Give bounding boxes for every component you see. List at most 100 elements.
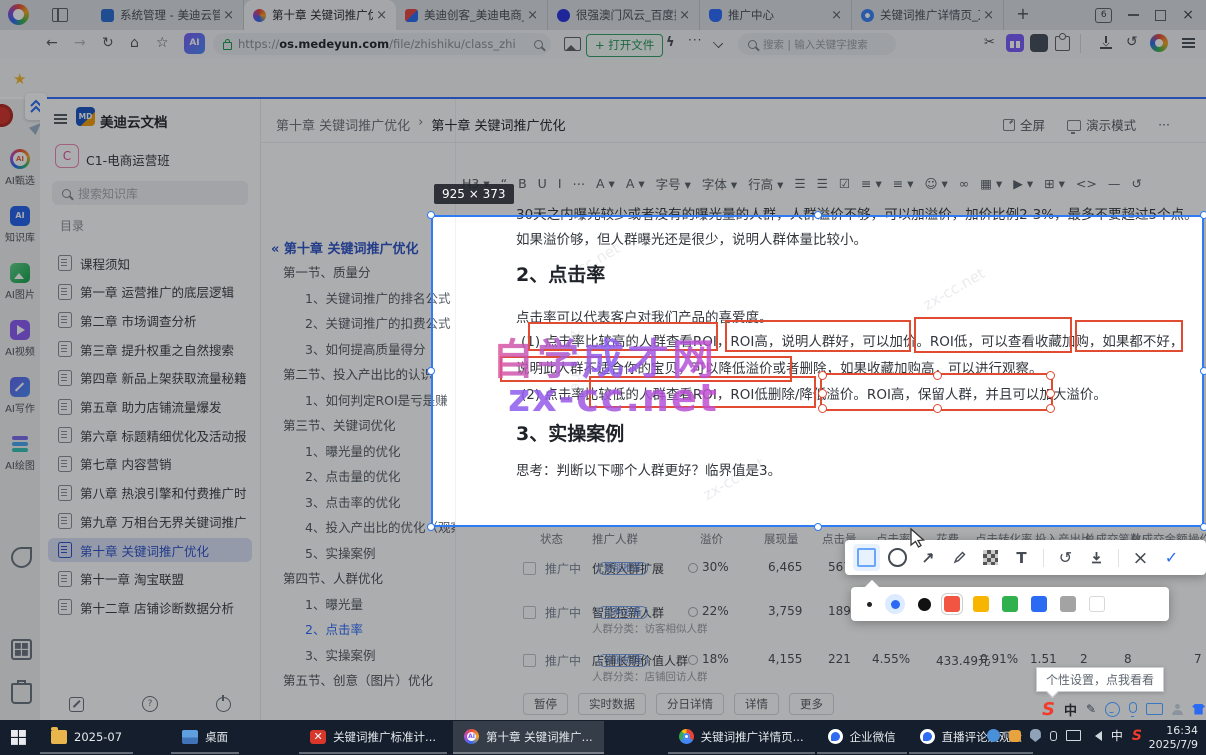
annotation-rect-selected[interactable]	[818, 371, 1055, 413]
editor-tool[interactable]: B	[518, 176, 527, 191]
editor-tool[interactable]: ▶ ▾	[1013, 176, 1033, 191]
tab-close-icon[interactable]: ×	[676, 8, 693, 23]
history-undo-icon[interactable]: ↺	[1126, 34, 1138, 50]
toc-item[interactable]: 第四节、人群优化	[283, 568, 468, 587]
resize-handle[interactable]	[818, 371, 827, 380]
table-footer-button[interactable]: 实时数据	[578, 693, 646, 715]
annotation-rect[interactable]	[1075, 320, 1183, 352]
table-footer-button[interactable]: 更多	[789, 693, 834, 715]
plugin-icon[interactable]	[11, 547, 32, 568]
color-swatch[interactable]	[1002, 596, 1018, 612]
stroke-size-medium-selected[interactable]	[885, 594, 905, 614]
table-footer-button[interactable]: 分日详情	[656, 693, 724, 715]
breadcrumb-parent[interactable]: 第十章 关键词推广优化	[276, 115, 410, 134]
volume-icon[interactable]	[1090, 730, 1102, 741]
help-icon[interactable]: ?	[142, 696, 158, 712]
resize-handle[interactable]	[1046, 389, 1055, 398]
workspace-avatar[interactable]: C	[55, 144, 79, 168]
tab-count-badge[interactable]: 6	[1095, 7, 1113, 23]
table-header-cell[interactable]: 推广人群	[592, 531, 638, 547]
tab-close-icon[interactable]: ×	[524, 8, 541, 23]
start-button[interactable]	[11, 730, 26, 745]
selection-handle[interactable]	[427, 523, 435, 531]
apps-grid-icon[interactable]	[11, 639, 32, 660]
rail-item[interactable]: AI图片	[0, 263, 40, 301]
editor-tool[interactable]: ☑	[839, 176, 850, 191]
scissors-icon[interactable]: ✂	[984, 35, 995, 50]
editor-tool[interactable]: ↺	[1131, 176, 1141, 191]
stroke-size-large[interactable]	[918, 597, 931, 611]
editor-tool[interactable]: ∞	[959, 176, 969, 191]
chapter-tree-item[interactable]: 第七章 内容营销	[48, 452, 252, 476]
more-tools-icon[interactable]: ···	[688, 33, 702, 47]
chapter-tree-item[interactable]: 第十二章 店铺诊断数据分析	[48, 595, 252, 619]
tab-close-icon[interactable]: ×	[220, 8, 237, 23]
more-actions-button[interactable]: ···	[1158, 117, 1170, 132]
briefcase-icon[interactable]	[11, 680, 32, 704]
resize-handle[interactable]	[933, 371, 942, 380]
browser-tab[interactable]: 关键词推广详情页_万相 ×	[852, 0, 1004, 30]
toc-item[interactable]: 第五节、创意（图片）优化	[283, 670, 468, 689]
editor-tool[interactable]: ☰	[817, 176, 828, 191]
editor-tool[interactable]: A ▾	[626, 176, 645, 191]
taskbar-clock[interactable]: 16:34 2025/7/9	[1149, 724, 1198, 752]
editor-tool[interactable]: A ▾	[596, 176, 615, 191]
security-shield-icon[interactable]	[1029, 729, 1041, 742]
row-checkbox[interactable]	[523, 562, 536, 575]
new-tab-button[interactable]: +	[1011, 3, 1035, 27]
selection-handle[interactable]	[814, 211, 822, 219]
search-icon[interactable]	[534, 39, 543, 49]
resize-handle[interactable]	[818, 389, 827, 398]
mic-tray-icon[interactable]	[1049, 730, 1057, 741]
annotation-rect[interactable]	[914, 317, 1072, 353]
annotation-rect[interactable]	[725, 320, 911, 352]
resize-handle[interactable]	[818, 404, 827, 413]
chapter-tree-item[interactable]: 第二章 市场调查分析	[48, 308, 252, 332]
display-tray-icon[interactable]	[1065, 730, 1081, 741]
editor-tool[interactable]: ⊞ ▾	[1044, 176, 1065, 191]
bookmark-icon[interactable]: ☆	[156, 35, 169, 51]
browser-logo-icon[interactable]	[8, 4, 29, 25]
ai-assistant-button[interactable]: AI	[184, 33, 205, 54]
taskbar-app-button[interactable]: 2025-07	[40, 721, 134, 754]
extension-grid-icon[interactable]	[1006, 34, 1024, 52]
pen-tool[interactable]	[946, 544, 973, 571]
cancel-capture-button[interactable]: ×	[1127, 544, 1154, 571]
ime-indicator[interactable]: 中	[1111, 727, 1123, 744]
color-swatch[interactable]	[941, 593, 963, 615]
selection-handle[interactable]	[427, 211, 435, 219]
chapter-tree-item[interactable]: 课程须知	[48, 251, 252, 275]
knowledge-search-input[interactable]: 搜索知识库	[52, 181, 248, 205]
fullscreen-button[interactable]: 全屏	[1003, 115, 1045, 134]
editor-tool[interactable]: ▦ ▾	[980, 176, 1002, 191]
selection-handle[interactable]	[814, 523, 822, 531]
browser-tab[interactable]: 第十章 关键词推广优化 ×	[244, 0, 396, 30]
keyboard-icon[interactable]	[1146, 703, 1164, 715]
sidebar-menu-icon[interactable]	[54, 114, 67, 116]
chapter-tree-item[interactable]: 第一章 运营推广的底层逻辑	[48, 280, 252, 304]
editor-tool[interactable]: ☰	[794, 176, 805, 191]
table-header-cell[interactable]: 展现量	[764, 531, 799, 547]
reload-icon[interactable]: ↻	[102, 35, 114, 51]
selection-handle[interactable]	[427, 367, 435, 375]
emoji-icon[interactable]	[1105, 701, 1121, 717]
chapter-tree-item[interactable]: 第十章 关键词推广优化	[48, 538, 252, 562]
table-header-cell[interactable]: 溢价	[700, 531, 723, 547]
chapter-tree-item[interactable]: 第六章 标题精细优化及活动报	[48, 423, 252, 447]
chapter-tree-item[interactable]: 第八章 热浪引擎和付费推广时	[48, 481, 252, 505]
text-tool[interactable]: T	[1008, 544, 1035, 571]
editor-tool[interactable]: ☺ ▾	[925, 176, 948, 191]
chapter-tree-item[interactable]: 第十一章 淘宝联盟	[48, 567, 252, 591]
resize-handle[interactable]	[933, 404, 942, 413]
rail-item[interactable]: AI甄选	[0, 149, 40, 187]
row-checkbox[interactable]	[523, 654, 536, 667]
toc-item[interactable]: 第一节、质量分	[283, 262, 468, 281]
sogou-logo-icon[interactable]: S	[1042, 699, 1055, 720]
ime-lang-toggle[interactable]: 中	[1064, 700, 1077, 719]
minimize-icon[interactable]	[1128, 14, 1140, 16]
browser-tab[interactable]: 推广中心 ×	[700, 0, 852, 30]
taskbar-app-button[interactable]: 桌面	[171, 721, 240, 754]
stroke-size-small[interactable]	[867, 601, 872, 607]
quick-search-input[interactable]: 搜索 | 输入关键字搜索	[738, 33, 896, 55]
selection-handle[interactable]	[1200, 367, 1206, 375]
